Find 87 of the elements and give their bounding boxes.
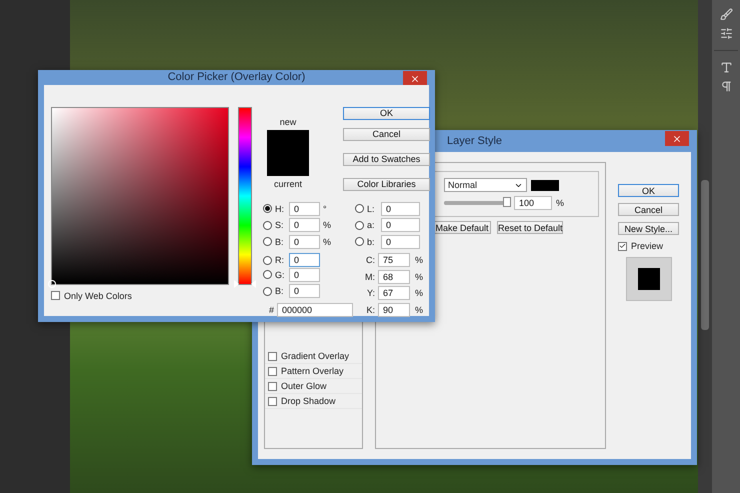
dialog-button[interactable]: Cancel — [618, 203, 679, 216]
dialog-button[interactable]: Color Libraries — [343, 178, 430, 190]
dialog-button[interactable]: OK — [343, 106, 430, 120]
field-label: S: — [275, 220, 285, 230]
style-checkbox[interactable] — [268, 382, 277, 390]
unit-label: % — [415, 272, 424, 282]
unit-label: ° — [323, 204, 327, 214]
color-field[interactable] — [51, 106, 229, 284]
radio-button[interactable] — [263, 286, 272, 296]
field-label: R: — [275, 255, 285, 266]
unit-label: % — [323, 220, 332, 230]
dialog-button[interactable]: Add to Swatches — [343, 152, 430, 166]
field-label: C: — [365, 255, 375, 266]
unit-label: % — [415, 288, 424, 298]
web-colors-checkbox[interactable] — [51, 291, 60, 300]
opacity-field[interactable]: 100 — [514, 196, 552, 210]
close-icon — [672, 134, 682, 144]
value-field[interactable]: 0 — [289, 234, 320, 249]
paragraph-icon[interactable] — [720, 80, 732, 93]
current-label: current — [274, 178, 302, 188]
brush-icon[interactable] — [720, 8, 732, 21]
field-label: Y: — [366, 288, 375, 298]
window-title: Layer Style — [446, 135, 502, 147]
preview-label: Preview — [630, 241, 663, 251]
field-label: b: — [367, 236, 376, 247]
radio-button[interactable] — [355, 220, 364, 230]
radio-button[interactable] — [355, 237, 364, 246]
close-icon — [410, 74, 420, 84]
dialog-button[interactable]: Cancel — [343, 128, 430, 140]
field-label: B: — [275, 286, 285, 296]
color-swatch[interactable] — [530, 180, 559, 190]
value-field[interactable]: 0 — [289, 268, 320, 282]
scrollbar-thumb[interactable] — [701, 180, 709, 330]
unit-label: % — [415, 304, 424, 315]
dialog-button[interactable]: OK — [618, 184, 679, 197]
field-label: K: — [365, 304, 375, 315]
radio-button[interactable] — [263, 256, 272, 265]
blend-mode-dropdown[interactable]: Normal — [444, 178, 527, 192]
radio-button[interactable] — [355, 204, 364, 214]
value-field[interactable]: 0 — [381, 234, 420, 249]
style-checkbox[interactable] — [268, 352, 277, 360]
window-title: Color Picker (Overlay Color) — [168, 71, 306, 84]
style-label[interactable]: Outer Glow — [281, 381, 327, 391]
value-field[interactable]: 0 — [381, 202, 420, 216]
radio-button[interactable] — [263, 220, 272, 230]
value-field[interactable]: 67 — [378, 286, 410, 300]
hex-field[interactable]: 000000 — [277, 302, 354, 317]
dialog-button[interactable]: New Style... — [618, 222, 679, 235]
close-button[interactable] — [403, 71, 427, 86]
style-checkbox[interactable] — [268, 396, 277, 406]
default-button[interactable]: Make Default — [432, 221, 491, 234]
style-label[interactable]: Drop Shadow — [281, 396, 336, 406]
style-label[interactable]: Gradient Overlay — [281, 351, 350, 361]
field-label: G: — [275, 270, 286, 280]
hue-slider-thumb[interactable] — [234, 280, 256, 288]
preview-square — [638, 268, 660, 290]
new-label: new — [280, 116, 296, 126]
radio-button[interactable] — [263, 204, 272, 214]
radio-button[interactable] — [263, 237, 272, 246]
value-field[interactable]: 75 — [378, 253, 410, 268]
value-field[interactable]: 0 — [289, 218, 320, 232]
sliders-icon[interactable] — [720, 27, 732, 40]
field-label: B: — [275, 236, 285, 247]
radio-button[interactable] — [263, 270, 272, 280]
value-field[interactable]: 0 — [381, 218, 420, 232]
color-swatch — [267, 130, 309, 176]
value-field[interactable]: 0 — [289, 253, 320, 268]
value-field[interactable]: 68 — [378, 270, 410, 284]
field-label: a: — [367, 220, 376, 230]
picker-ring[interactable] — [48, 280, 56, 288]
value-field[interactable]: 0 — [289, 202, 320, 216]
unit-label: % — [415, 255, 424, 266]
unit-label: % — [323, 236, 332, 247]
field-label: H: — [275, 204, 285, 214]
field-label: L: — [367, 204, 376, 214]
close-button[interactable] — [665, 131, 689, 146]
web-colors-label: Only Web Colors — [64, 290, 132, 300]
default-button[interactable]: Reset to Default — [496, 221, 563, 234]
percent-label: % — [556, 198, 564, 208]
hash-label: # — [269, 304, 274, 315]
style-label[interactable]: Pattern Overlay — [281, 366, 344, 376]
type-icon[interactable] — [720, 61, 732, 74]
value-field[interactable]: 0 — [289, 284, 320, 298]
field-label: M: — [364, 272, 375, 282]
preview-checkbox[interactable] — [618, 242, 627, 250]
value-field[interactable]: 90 — [378, 302, 410, 317]
style-checkbox[interactable] — [268, 366, 277, 376]
